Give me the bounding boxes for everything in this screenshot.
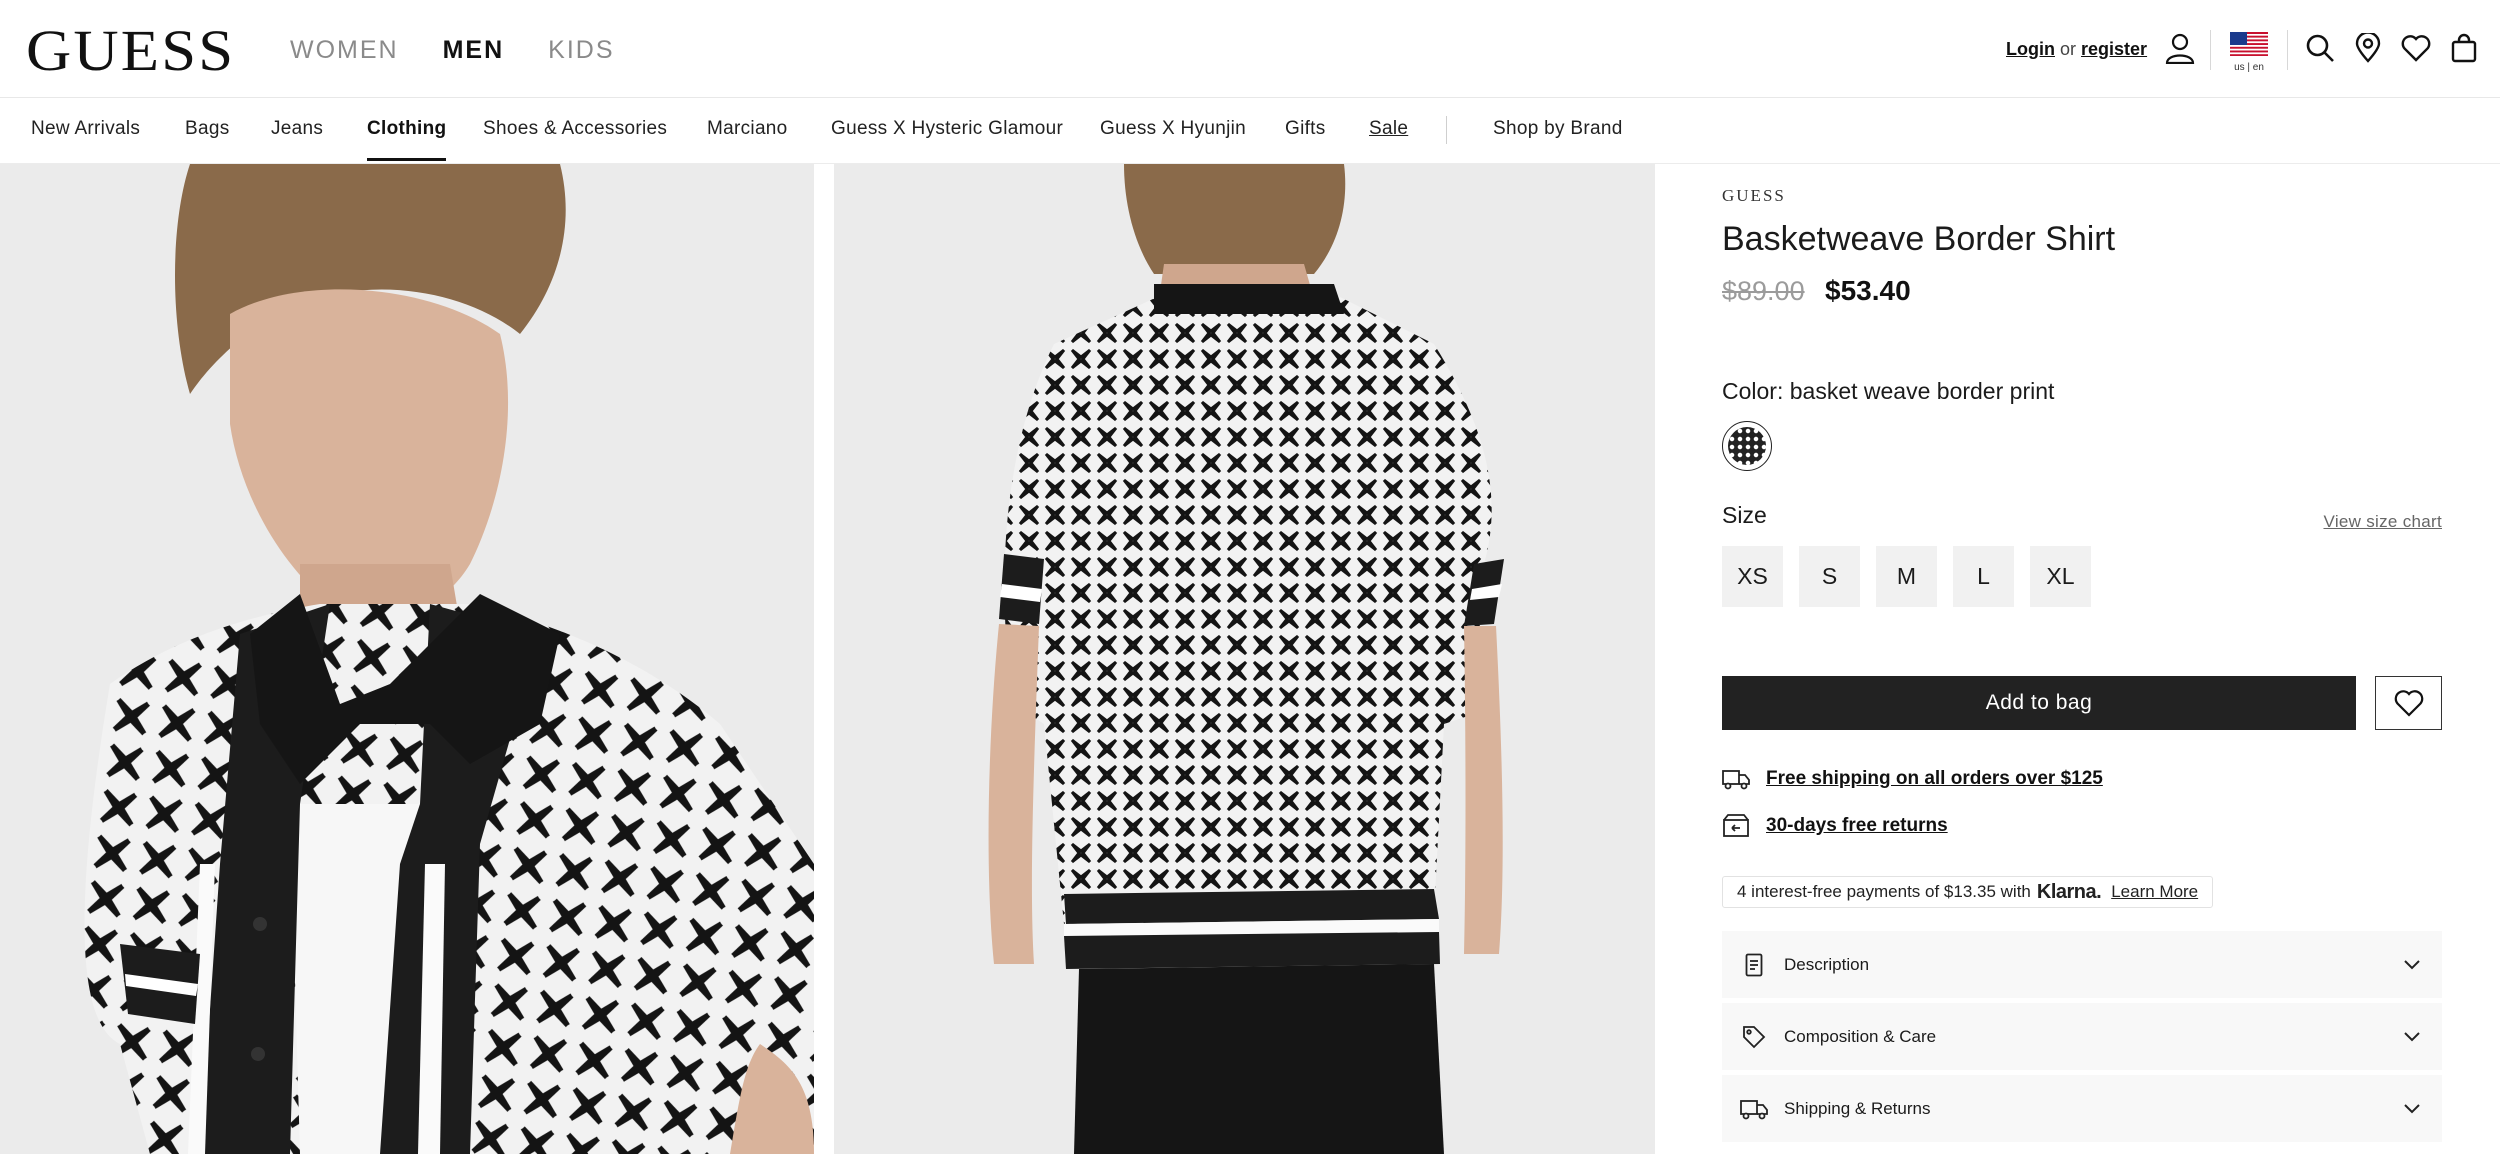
accordion-composition-care[interactable]: Composition & Care (1722, 1003, 2442, 1070)
chevron-down-icon (2402, 1027, 2422, 1047)
nav-guess-x-hysteric-glamour[interactable]: Guess X Hysteric Glamour (831, 118, 1063, 140)
accordion-label: Shipping & Returns (1784, 1098, 1931, 1118)
size-option-l[interactable]: L (1953, 546, 2014, 607)
size-chart-link[interactable]: View size chart (2323, 512, 2442, 532)
size-option-xl[interactable]: XL (2030, 546, 2091, 607)
chevron-down-icon (2402, 1099, 2422, 1119)
size-label: Size (1722, 502, 1767, 528)
nav-marciano[interactable]: Marciano (707, 118, 788, 140)
accordion-description[interactable]: Description (1722, 931, 2442, 998)
truck-icon (1740, 1095, 1768, 1123)
account-links: Login or register (2006, 39, 2147, 60)
add-to-wishlist-button[interactable] (2375, 676, 2442, 730)
nav-shop-by-brand[interactable]: Shop by Brand (1493, 118, 1623, 140)
nav-jeans[interactable]: Jeans (271, 118, 323, 140)
locale-label: us | en (2234, 62, 2264, 73)
color-label: Color: basket weave border print (1722, 378, 2055, 404)
nav-guess-x-hyunjin[interactable]: Guess X Hyunjin (1100, 118, 1246, 140)
truck-icon (1722, 770, 1750, 790)
search-icon[interactable] (2302, 30, 2338, 66)
return-box-icon (1723, 814, 1749, 837)
klarna-logo: Klarna. (2036, 880, 2102, 903)
header-divider (2210, 30, 2211, 70)
nav-sale[interactable]: Sale (1369, 118, 1408, 140)
free-shipping-perk[interactable]: Free shipping on all orders over $125 (1722, 767, 2103, 791)
accordion-label: Description (1784, 954, 1870, 974)
nav-new-arrivals[interactable]: New Arrivals (31, 118, 140, 140)
product-image-front[interactable] (0, 164, 814, 1154)
nav-clothing[interactable]: Clothing (367, 118, 447, 161)
size-option-m[interactable]: M (1876, 546, 1937, 607)
add-to-bag-button[interactable]: Add to bag (1722, 676, 2356, 730)
color-swatch-basket-weave[interactable] (1722, 421, 1772, 471)
free-shipping-text[interactable]: Free shipping on all orders over $125 (1766, 768, 2103, 790)
bag-icon[interactable] (2446, 30, 2482, 66)
or-text: or (2060, 39, 2077, 59)
klarna-text: 4 interest-free payments of $13.35 with (1737, 882, 2031, 901)
register-link[interactable]: register (2081, 39, 2147, 59)
product-image-back[interactable] (834, 164, 1655, 1154)
free-returns-text[interactable]: 30-days free returns (1766, 815, 1948, 837)
size-option-s[interactable]: S (1799, 546, 1860, 607)
login-link[interactable]: Login (2006, 39, 2055, 59)
tab-men[interactable]: MEN (443, 36, 505, 65)
us-flag-icon (2230, 32, 2268, 56)
tab-kids[interactable]: KIDS (548, 36, 614, 65)
heart-icon (2394, 690, 2423, 717)
document-icon (1740, 951, 1768, 979)
size-option-xs[interactable]: XS (1722, 546, 1783, 607)
nav-gifts[interactable]: Gifts (1285, 118, 1326, 140)
product-title: Basketweave Border Shirt (1722, 220, 2116, 258)
site-header: GUESS WOMEN MEN KIDS Login or register u… (0, 0, 2500, 98)
klarna-learn-more-link[interactable]: Learn More (2111, 882, 2198, 902)
klarna-banner: 4 interest-free payments of $13.35 with … (1722, 876, 2214, 908)
nav-bags[interactable]: Bags (185, 118, 230, 140)
locale-selector[interactable]: us | en (2230, 32, 2268, 73)
chevron-down-icon (2402, 955, 2422, 975)
sale-price: $53.40 (1825, 275, 1911, 306)
tab-women[interactable]: WOMEN (290, 36, 399, 65)
size-selector: XS S M L XL (1722, 546, 2091, 607)
category-nav: New Arrivals Bags Jeans Clothing Shoes &… (0, 98, 2500, 164)
original-price: $89.00 (1722, 276, 1805, 306)
gender-nav: WOMEN MEN KIDS (290, 36, 615, 65)
product-brand: GUESS (1722, 186, 1786, 205)
accordion-label: Composition & Care (1784, 1026, 1937, 1046)
swatch-pattern (1728, 427, 1766, 465)
wishlist-icon[interactable] (2398, 30, 2434, 66)
store-locator-icon[interactable] (2350, 30, 2386, 66)
free-returns-perk[interactable]: 30-days free returns (1722, 814, 1948, 838)
guess-logo[interactable]: GUESS (26, 22, 235, 80)
header-divider (2287, 30, 2288, 70)
account-icon[interactable] (2162, 30, 2198, 66)
accordion-shipping-returns[interactable]: Shipping & Returns (1722, 1075, 2442, 1142)
nav-divider (1446, 116, 1447, 144)
nav-shoes-accessories[interactable]: Shoes & Accessories (483, 118, 667, 140)
tag-icon (1740, 1023, 1768, 1051)
